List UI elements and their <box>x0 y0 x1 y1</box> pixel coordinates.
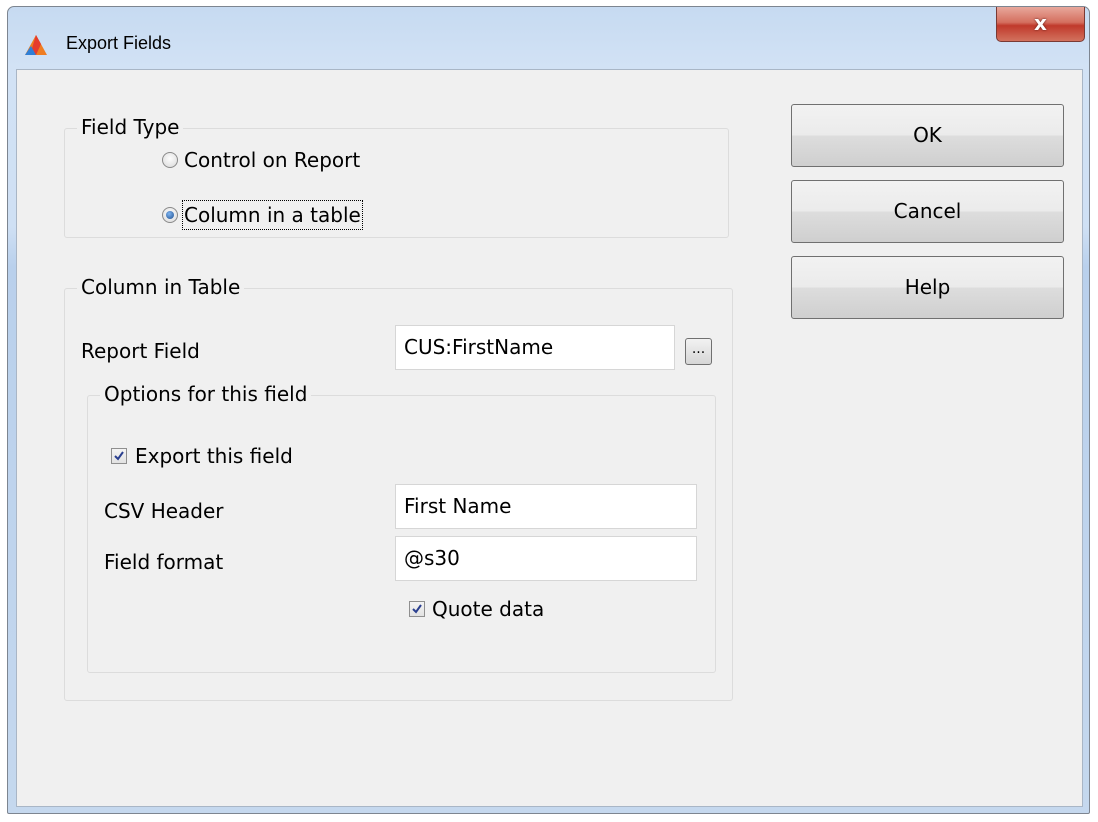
checkmark-icon <box>114 451 124 461</box>
quote-data-label[interactable]: Quote data <box>432 596 544 622</box>
report-field-input[interactable]: CUS:FirstName <box>395 325 675 370</box>
field-format-input[interactable]: @s30 <box>395 536 697 581</box>
column-in-table-label[interactable]: Column in a table <box>182 200 363 230</box>
csv-header-input[interactable]: First Name <box>395 484 697 529</box>
close-button[interactable]: x <box>996 7 1085 42</box>
field-type-group-label: Field Type <box>77 113 184 141</box>
csv-header-label: CSV Header <box>104 499 224 523</box>
report-field-label: Report Field <box>81 339 200 363</box>
help-button[interactable]: Help <box>791 256 1064 319</box>
export-fields-dialog: Export Fields x Field Type Control on Re… <box>7 6 1090 814</box>
control-on-report-label[interactable]: Control on Report <box>184 147 360 173</box>
close-icon: x <box>1034 11 1047 35</box>
field-options-group-label: Options for this field <box>100 380 312 408</box>
window-title: Export Fields <box>66 33 172 53</box>
ok-button[interactable]: OK <box>791 104 1064 167</box>
report-field-lookup-button[interactable]: ... <box>685 338 712 365</box>
dialog-body: Field Type Control on Report Column in a… <box>16 69 1083 807</box>
field-format-label: Field format <box>104 550 224 574</box>
export-field-checkbox[interactable] <box>111 448 127 464</box>
cancel-button[interactable]: Cancel <box>791 180 1064 243</box>
column-in-table-radio[interactable] <box>162 207 178 223</box>
app-logo-icon <box>25 35 47 55</box>
field-options-group: Options for this field <box>87 380 716 673</box>
column-in-table-group-label: Column in Table <box>77 273 245 301</box>
checkmark-icon <box>412 604 422 614</box>
export-field-label[interactable]: Export this field <box>135 443 293 469</box>
quote-data-checkbox[interactable] <box>409 601 425 617</box>
field-type-group: Field Type <box>64 113 729 238</box>
control-on-report-radio[interactable] <box>162 152 178 168</box>
title-bar[interactable]: Export Fields x <box>8 7 1089 69</box>
